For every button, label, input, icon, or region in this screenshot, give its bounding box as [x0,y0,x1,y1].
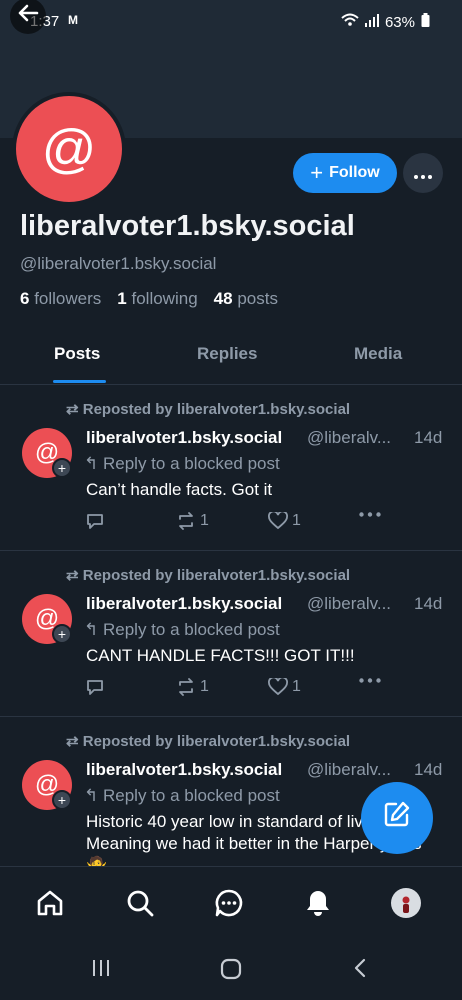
back-arrow-icon [17,2,39,31]
reply-context: ↰ Reply to a blocked post [84,786,280,805]
repost-icon [179,678,193,696]
post-author-handle[interactable]: @liberalv... [307,760,391,780]
heart-icon [268,512,288,530]
chat-icon [215,889,243,917]
chevron-left-icon [354,958,366,978]
reply-arrow-icon: ↰ [84,620,99,639]
compose-button[interactable] [361,782,433,854]
status-right: 63% [341,13,430,31]
like-button[interactable]: 1 [268,678,301,696]
system-navigation [0,940,462,1000]
repost-icon: ⇄ [66,567,79,584]
post-more-button[interactable] [359,512,381,517]
home-icon [37,890,63,916]
post-item[interactable]: ⇄ Reposted by liberalvoter1.bsky.social … [0,384,462,551]
following-link[interactable]: 1 following [117,289,197,309]
post-item[interactable]: ⇄ Reposted by liberalvoter1.bsky.social … [0,550,462,717]
plus-icon[interactable]: + [52,790,72,810]
profile-avatar-icon [391,888,421,918]
battery-icon [421,13,430,31]
like-button[interactable]: 1 [268,512,301,530]
recents-icon [93,960,109,976]
wifi-icon [341,13,359,31]
repost-icon: ⇄ [66,401,79,418]
profile-avatar[interactable]: @ [12,92,126,206]
recents-button[interactable] [91,958,111,984]
active-tab-indicator [53,380,106,383]
post-author-name[interactable]: liberalvoter1.bsky.social [86,760,282,780]
signal-icon [364,13,379,31]
profile-tabs: Posts Replies Media [0,330,462,385]
repost-label: ⇄ Reposted by liberalvoter1.bsky.social [66,567,351,584]
reply-context: ↰ Reply to a blocked post [84,620,280,639]
post-author-handle[interactable]: @liberalv... [307,428,391,448]
tab-media[interactable]: Media [354,344,402,364]
nav-chat[interactable] [211,885,247,921]
plus-icon: + [310,160,324,185]
follow-label: Follow [329,164,380,181]
nav-profile[interactable] [388,885,424,921]
repost-icon [179,512,193,530]
search-icon [127,890,154,917]
back-system-button[interactable] [352,958,368,984]
post-more-button[interactable] [359,678,381,683]
ellipsis-icon [414,163,432,184]
status-bar: 1:37 M 63% [0,0,462,44]
reply-button[interactable] [86,678,104,696]
battery-percent: 63% [384,13,415,31]
like-count: 1 [292,512,301,529]
post-author-name[interactable]: liberalvoter1.bsky.social [86,428,282,448]
nav-search[interactable] [122,885,158,921]
more-options-button[interactable] [403,153,443,193]
plus-icon[interactable]: + [52,624,72,644]
profile-stats: 6 followers 1 following 48 posts [20,289,278,309]
repost-count: 1 [200,512,209,529]
reply-context: ↰ Reply to a blocked post [84,454,280,473]
home-circle-icon [220,958,242,980]
ellipsis-icon [359,678,381,683]
nav-home[interactable] [32,885,68,921]
reply-arrow-icon: ↰ [84,786,99,805]
nav-notifications[interactable] [300,885,336,921]
post-text: Can’t handle facts. Got it [86,480,273,499]
repost-button[interactable]: 1 [176,512,209,530]
post-text: CANT HANDLE FACTS!!! GOT IT!!! [86,646,355,665]
post-time[interactable]: 14d [414,428,442,448]
repost-button[interactable]: 1 [176,678,209,696]
comment-icon [87,514,103,529]
post-time[interactable]: 14d [414,594,442,614]
carrier-icon: M [68,13,78,27]
follow-button[interactable]: + Follow [293,153,397,193]
post-author-name[interactable]: liberalvoter1.bsky.social [86,594,282,614]
repost-icon: ⇄ [66,733,79,750]
profile-name: liberalvoter1.bsky.social [20,210,355,242]
like-count: 1 [292,678,301,695]
comment-icon [87,680,103,695]
reply-button[interactable] [86,512,104,530]
repost-label: ⇄ Reposted by liberalvoter1.bsky.social [66,401,351,418]
profile-handle: @liberalvoter1.bsky.social [20,254,217,273]
ellipsis-icon [359,512,381,517]
followers-link[interactable]: 6 followers [20,289,101,309]
tab-posts[interactable]: Posts [54,344,100,364]
post-author-handle[interactable]: @liberalv... [307,594,391,614]
posts-count: 48 posts [213,289,278,308]
repost-label: ⇄ Reposted by liberalvoter1.bsky.social [66,733,351,750]
compose-icon [382,799,412,837]
tab-replies[interactable]: Replies [197,344,257,364]
bottom-navigation [0,866,462,941]
heart-icon [268,678,288,696]
bell-icon [307,891,329,916]
reply-arrow-icon: ↰ [84,454,99,473]
at-sign-icon: @ [41,119,97,179]
post-time[interactable]: 14d [414,760,442,780]
home-system-button[interactable] [220,958,242,986]
repost-count: 1 [200,678,209,695]
plus-icon[interactable]: + [52,458,72,478]
